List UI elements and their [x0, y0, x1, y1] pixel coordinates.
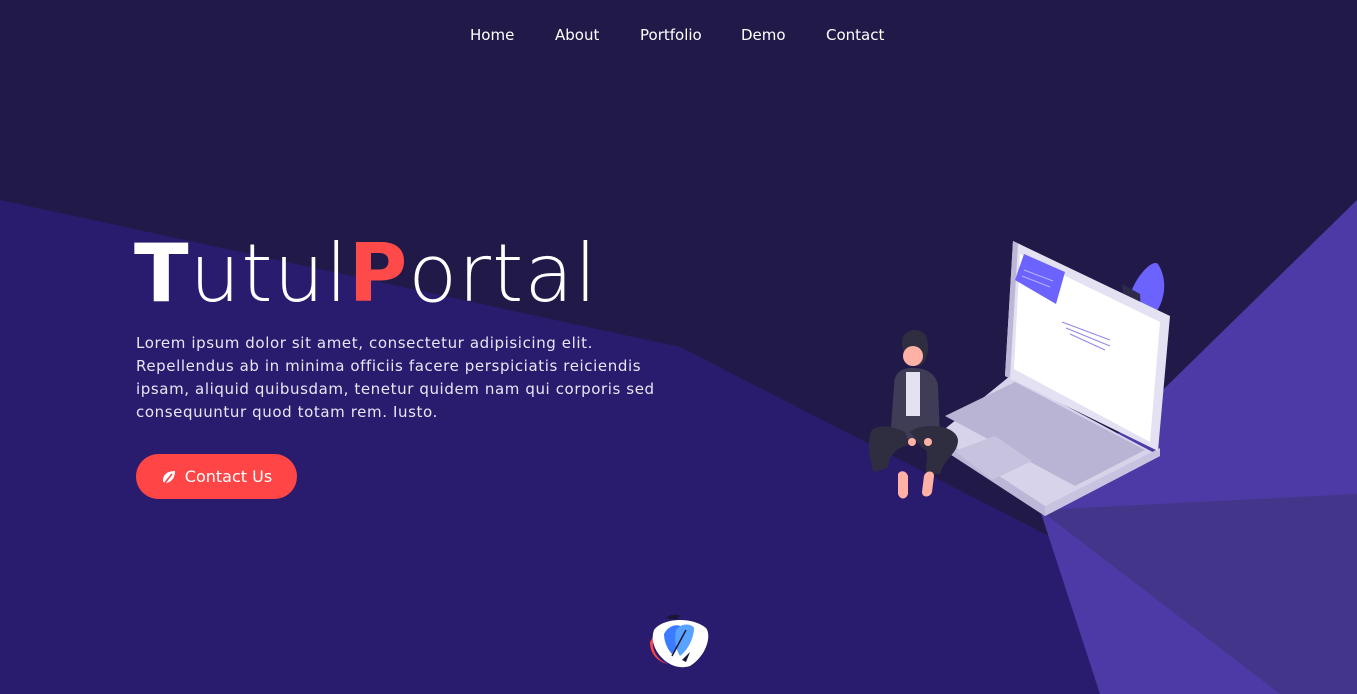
nav-about-link[interactable]: About — [555, 26, 599, 44]
hero-description: Lorem ipsum dolor sit amet, consectetur … — [136, 334, 655, 421]
nav-demo-link[interactable]: Demo — [741, 26, 786, 44]
nav-home-link[interactable]: Home — [470, 26, 514, 44]
brand-title: TutulPortal — [134, 226, 598, 322]
laptop-person-illustration — [868, 241, 1170, 516]
brand-initial-t: T — [134, 227, 190, 320]
brand-word-2-rest: ortal — [408, 227, 598, 320]
brand-word-1-rest: utul — [189, 227, 349, 320]
nav-contact-link[interactable]: Contact — [826, 26, 884, 44]
brand-initial-p: P — [348, 227, 409, 320]
nav-portfolio-link[interactable]: Portfolio — [640, 26, 702, 44]
feather-logo-icon — [650, 614, 709, 668]
leaf-icon — [161, 469, 177, 485]
main-nav: Home About Portfolio Demo Contact — [0, 26, 1357, 48]
contact-us-button[interactable]: Contact Us — [136, 454, 297, 499]
contact-us-label: Contact Us — [184, 467, 273, 486]
